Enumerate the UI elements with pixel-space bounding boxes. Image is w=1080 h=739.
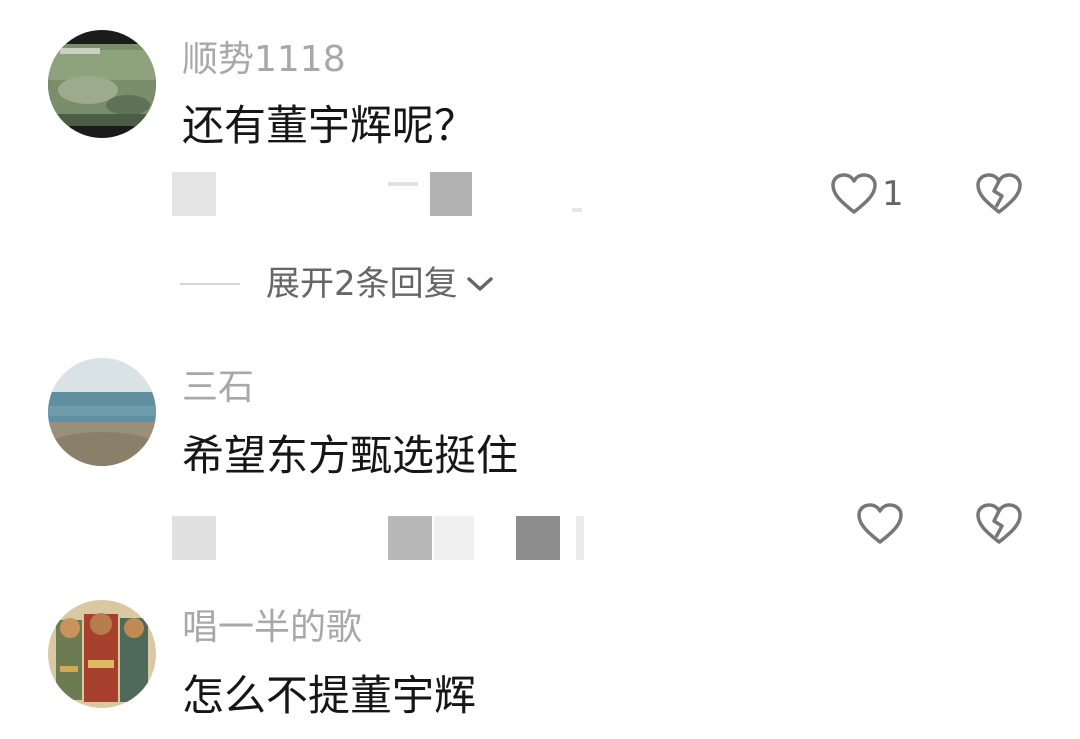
dislike-button[interactable] [975,502,1023,546]
comment-item: 顺势1118 还有董宇辉呢？ 1 展开2条回复 [0,0,1080,330]
like-button[interactable]: 1 [830,172,904,216]
dislike-button[interactable] [975,172,1023,216]
username[interactable]: 顺势1118 [182,38,346,82]
avatar[interactable] [48,30,156,138]
broken-heart-icon [976,173,1022,214]
comment-text: 希望东方甄选挺住 [182,431,519,480]
comment-meta-blurred [172,516,592,560]
expand-replies-button[interactable]: 展开2条回复 [180,262,494,306]
comment-text: 还有董宇辉呢？ [182,101,477,150]
heart-outline-icon [831,173,877,214]
like-button[interactable] [856,502,904,546]
chevron-down-icon [466,277,493,291]
avatar[interactable] [48,358,156,466]
like-count: 1 [882,174,904,214]
username[interactable]: 三石 [182,366,254,410]
username[interactable]: 唱一半的歌 [182,606,362,650]
comment-meta-blurred [172,172,592,216]
heart-outline-icon [857,503,903,544]
avatar[interactable] [48,600,156,708]
divider-line [180,283,240,285]
broken-heart-icon [976,503,1022,544]
expand-replies-label: 展开2条回复 [266,264,458,304]
comment-item: 三石 希望东方甄选挺住 [0,330,1080,590]
comment-item: 唱一半的歌 怎么不提董宇辉 [0,590,1080,739]
comment-text: 怎么不提董宇辉 [182,671,477,720]
